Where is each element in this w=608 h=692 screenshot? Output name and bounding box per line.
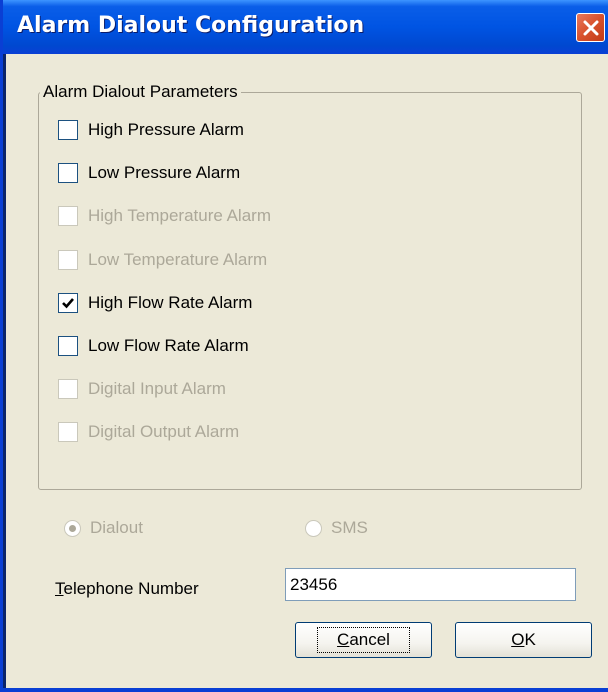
- telephone-number-input[interactable]: [285, 568, 576, 601]
- checkbox[interactable]: [58, 120, 78, 140]
- checkbox-label: Digital Input Alarm: [88, 379, 226, 398]
- checkbox-low-flow-rate[interactable]: Low Flow Rate Alarm: [58, 334, 249, 358]
- checkbox-label: Digital Output Alarm: [88, 422, 240, 441]
- checkbox-low-pressure[interactable]: Low Pressure Alarm: [58, 161, 240, 185]
- cancel-button-label: Cancel: [317, 627, 410, 653]
- dialog-body: Alarm Dialout Parameters High Pressure A…: [6, 54, 608, 688]
- checkbox-checked[interactable]: [58, 293, 78, 313]
- checkbox-label: Low Pressure Alarm: [88, 163, 241, 182]
- telephone-number-label: Telephone Number: [55, 579, 199, 598]
- window-title: Alarm Dialout Configuration: [17, 13, 365, 38]
- ok-button[interactable]: OK: [455, 622, 592, 658]
- checkbox-high-pressure[interactable]: High Pressure Alarm: [58, 118, 244, 142]
- checkbox-low-temperature: Low Temperature Alarm: [58, 248, 267, 272]
- checkbox[interactable]: [58, 336, 78, 356]
- radio-label: Dialout: [90, 518, 143, 537]
- checkbox-high-temperature: High Temperature Alarm: [58, 204, 271, 228]
- title-bar[interactable]: Alarm Dialout Configuration: [3, 0, 608, 54]
- checkbox-label: Low Flow Rate Alarm: [88, 336, 249, 355]
- checkbox-digital-input: Digital Input Alarm: [58, 377, 226, 401]
- checkbox-label: High Pressure Alarm: [88, 120, 244, 139]
- checkbox-digital-output: Digital Output Alarm: [58, 420, 239, 444]
- group-label: Alarm Dialout Parameters: [40, 82, 241, 102]
- radio-button: [305, 519, 322, 537]
- checkbox: [58, 379, 78, 399]
- radio-label: SMS: [331, 518, 368, 537]
- checkbox-label: Low Temperature Alarm: [88, 250, 268, 269]
- checkbox: [58, 250, 78, 270]
- checkbox-high-flow-rate[interactable]: High Flow Rate Alarm: [58, 291, 252, 315]
- radio-dialout: Dialout: [64, 516, 143, 540]
- close-button[interactable]: [576, 13, 605, 42]
- checkbox: [58, 206, 78, 226]
- radio-sms: SMS: [305, 516, 368, 540]
- close-icon: [583, 20, 599, 36]
- checkbox-label: High Flow Rate Alarm: [88, 293, 253, 312]
- checkmark-icon: [62, 298, 74, 309]
- dialog-window: Alarm Dialout Configuration Alarm Dialou…: [0, 0, 608, 692]
- ok-button-label: OK: [511, 630, 536, 649]
- radio-button-selected: [64, 519, 81, 537]
- checkbox-label: High Temperature Alarm: [88, 206, 271, 225]
- checkbox[interactable]: [58, 163, 78, 183]
- cancel-button[interactable]: Cancel: [295, 622, 432, 658]
- checkbox: [58, 422, 78, 442]
